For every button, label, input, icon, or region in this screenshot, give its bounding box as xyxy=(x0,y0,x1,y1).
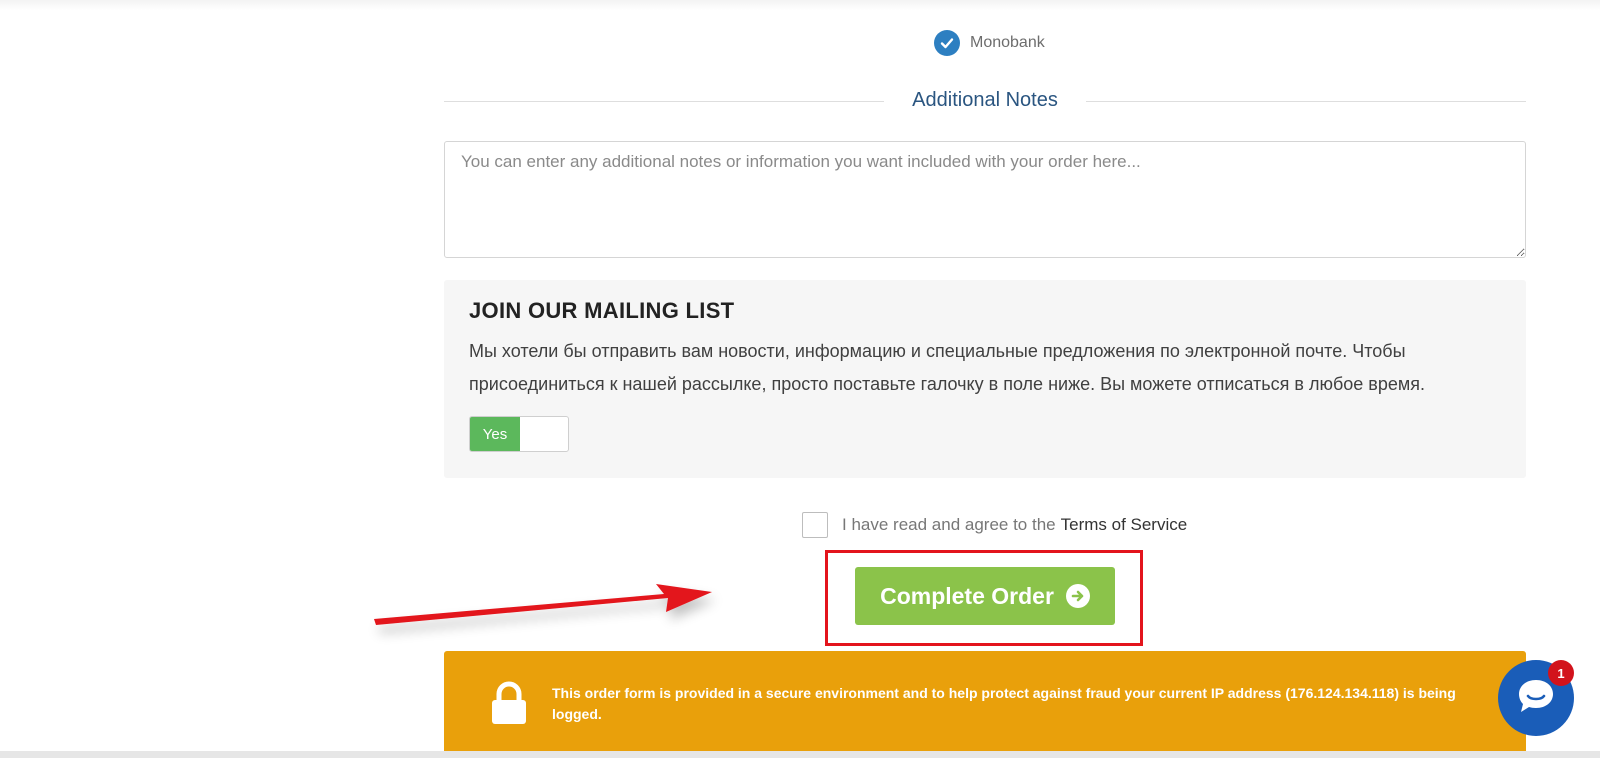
security-notice-banner: This order form is provided in a secure … xyxy=(444,651,1526,758)
bottom-scrollbar-track xyxy=(0,751,1600,758)
chat-notification-badge: 1 xyxy=(1548,660,1574,686)
chat-bubble-icon xyxy=(1516,677,1556,720)
security-notice-text: This order form is provided in a secure … xyxy=(552,685,1456,722)
lock-icon xyxy=(490,681,528,725)
annotation-arrow-icon xyxy=(374,584,712,625)
